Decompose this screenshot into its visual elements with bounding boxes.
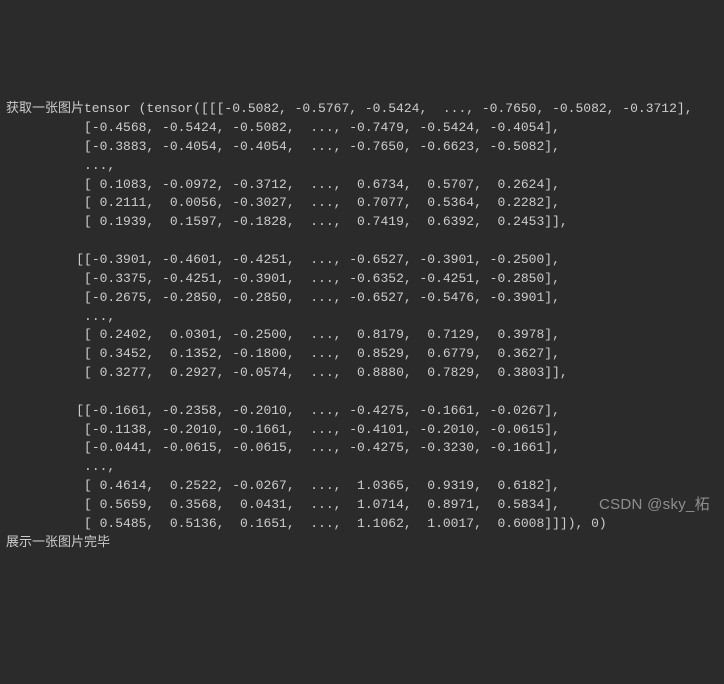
- watermark-text: CSDN @sky_柘: [599, 494, 710, 516]
- tensor-line: [-0.4568, -0.5424, -0.5082, ..., -0.7479…: [6, 120, 560, 135]
- tensor-line: [ 0.3452, 0.1352, -0.1800, ..., 0.8529, …: [6, 346, 560, 361]
- tensor-line: ...,: [6, 309, 115, 324]
- tensor-line: [-0.2675, -0.2850, -0.2850, ..., -0.6527…: [6, 290, 560, 305]
- tensor-line: ...,: [6, 158, 115, 173]
- tensor-line: [ 0.3277, 0.2927, -0.0574, ..., 0.8880, …: [6, 365, 568, 380]
- tensor-line: [ 0.5659, 0.3568, 0.0431, ..., 1.0714, 0…: [6, 497, 560, 512]
- tensor-header-line: 获取一张图片tensor (tensor([[[-0.5082, -0.5767…: [6, 101, 693, 116]
- tensor-line: [ 0.4614, 0.2522, -0.0267, ..., 1.0365, …: [6, 478, 560, 493]
- tensor-line: [ 0.2402, 0.0301, -0.2500, ..., 0.8179, …: [6, 327, 560, 342]
- tensor-line: [-0.1138, -0.2010, -0.1661, ..., -0.4101…: [6, 422, 560, 437]
- tensor-line: [-0.3375, -0.4251, -0.3901, ..., -0.6352…: [6, 271, 560, 286]
- console-output: 获取一张图片tensor (tensor([[[-0.5082, -0.5767…: [0, 81, 724, 552]
- footer-line: 展示一张图片完毕: [6, 535, 110, 550]
- tensor-line: ...,: [6, 459, 115, 474]
- tensor-line: [[-0.1661, -0.2358, -0.2010, ..., -0.427…: [6, 403, 560, 418]
- tensor-line: [ 0.5485, 0.5136, 0.1651, ..., 1.1062, 1…: [6, 516, 607, 531]
- tensor-line: [-0.3883, -0.4054, -0.4054, ..., -0.7650…: [6, 139, 560, 154]
- tensor-line: [[-0.3901, -0.4601, -0.4251, ..., -0.652…: [6, 252, 560, 267]
- tensor-line: [ 0.2111, 0.0056, -0.3027, ..., 0.7077, …: [6, 195, 560, 210]
- tensor-line: [ 0.1083, -0.0972, -0.3712, ..., 0.6734,…: [6, 177, 560, 192]
- tensor-line: [-0.0441, -0.0615, -0.0615, ..., -0.4275…: [6, 440, 560, 455]
- tensor-line: [ 0.1939, 0.1597, -0.1828, ..., 0.7419, …: [6, 214, 568, 229]
